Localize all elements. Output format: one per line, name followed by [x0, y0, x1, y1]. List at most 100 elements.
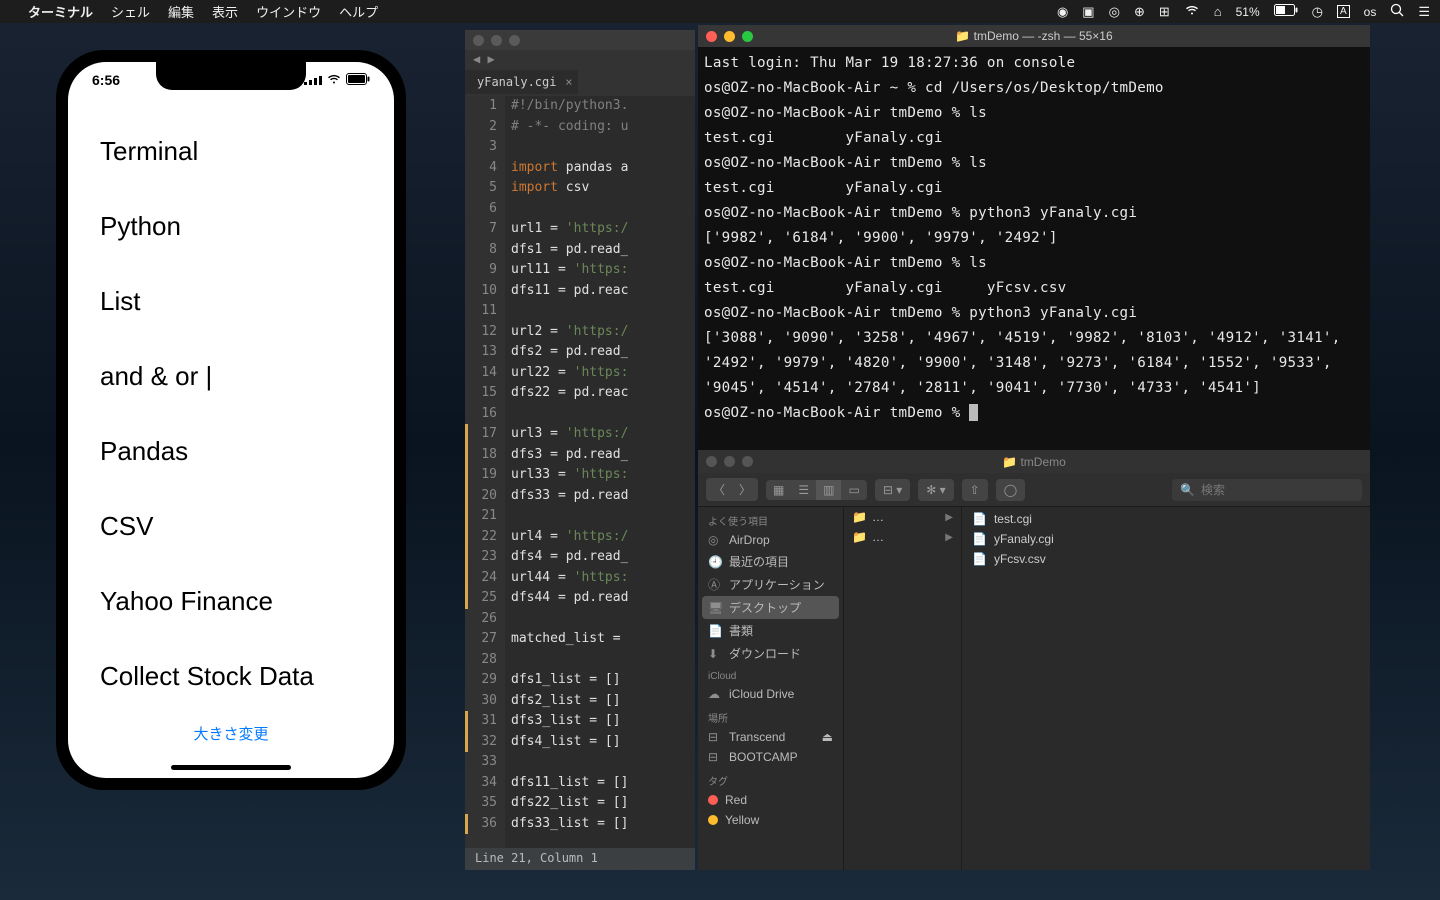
- close-icon[interactable]: [473, 35, 484, 46]
- sidebar-item-bootcamp[interactable]: ⊟BOOTCAMP: [698, 747, 843, 767]
- terminal-output: Last login: Thu Mar 19 18:27:36 on conso…: [704, 55, 1349, 421]
- editor-statusbar: Line 21, Column 1: [465, 848, 695, 870]
- finder-title: 📁 tmDemo: [698, 455, 1370, 469]
- sidebar-item-transcend[interactable]: ⊟Transcend⏏: [698, 727, 843, 747]
- documents-icon: 📄: [708, 624, 722, 638]
- view-column-button[interactable]: ▥: [816, 480, 841, 500]
- forward-button[interactable]: 〉: [732, 478, 758, 501]
- recents-icon: 🕘: [708, 555, 722, 569]
- battery-icon[interactable]: [1274, 4, 1298, 19]
- sidebar-tags-header: タグ: [698, 767, 843, 790]
- folder-icon: 📁: [852, 530, 867, 544]
- terminal-window: 📁 tmDemo — -zsh — 55×16 Last login: Thu …: [698, 25, 1370, 450]
- menu-list-icon[interactable]: ☰: [1418, 4, 1430, 20]
- menu-shell[interactable]: シェル: [111, 2, 150, 21]
- file-item[interactable]: 📄yFcsv.csv: [962, 549, 1370, 569]
- spotlight-icon[interactable]: [1390, 3, 1404, 20]
- downloads-icon: ⬇: [708, 647, 722, 661]
- minimize-icon[interactable]: [491, 35, 502, 46]
- phone-time: 6:56: [92, 72, 120, 88]
- user-label[interactable]: os: [1364, 5, 1377, 19]
- file-icon: 📄: [972, 512, 987, 526]
- sidebar-item-recents[interactable]: 🕘最近の項目: [698, 550, 843, 573]
- tag-button[interactable]: ◯: [996, 479, 1025, 501]
- editor-nav[interactable]: ◀ ▶: [465, 50, 695, 68]
- sidebar-tag-red[interactable]: Red: [698, 790, 843, 810]
- finder-sidebar: よく使う項目 ◎AirDrop 🕘最近の項目 Ⓐアプリケーション 🖥デスクトップ…: [698, 507, 844, 870]
- folder-icon: 📁: [955, 29, 970, 43]
- wifi-icon[interactable]: [1184, 4, 1200, 19]
- column-folder[interactable]: 📁…▶: [844, 507, 961, 527]
- file-item[interactable]: 📄test.cgi: [962, 509, 1370, 529]
- maximize-icon[interactable]: [509, 35, 520, 46]
- group-button[interactable]: ⊟ ▾: [875, 479, 910, 501]
- phone-row[interactable]: and & or |: [100, 339, 362, 414]
- phone-row[interactable]: CSV: [100, 489, 362, 564]
- clock-icon[interactable]: ◷: [1312, 4, 1323, 20]
- finder-window: 📁 tmDemo 〈 〉 ▦ ☰ ▥ ▭ ⊟ ▾ ✻ ▾ ⇧ ◯ 🔍 検索 よく…: [698, 450, 1370, 870]
- record-icon[interactable]: ◉: [1057, 4, 1068, 20]
- code-body[interactable]: 1234567891011121314151617181920212223242…: [465, 96, 695, 848]
- view-gallery-button[interactable]: ▭: [841, 480, 866, 500]
- minimize-icon[interactable]: [724, 456, 735, 467]
- input-a-icon[interactable]: A: [1337, 5, 1350, 18]
- phone-row[interactable]: List: [100, 264, 362, 339]
- tag-dot-yellow-icon: [708, 815, 718, 825]
- minimize-icon[interactable]: [724, 31, 735, 42]
- close-icon[interactable]: [706, 31, 717, 42]
- phone-row[interactable]: Collect Stock Data: [100, 639, 362, 714]
- terminal-body[interactable]: Last login: Thu Mar 19 18:27:36 on conso…: [698, 47, 1370, 450]
- editor-titlebar: [465, 30, 695, 50]
- menu-app[interactable]: ターミナル: [28, 2, 93, 21]
- menu-help[interactable]: ヘルプ: [339, 2, 378, 21]
- grid-icon[interactable]: ⊞: [1159, 4, 1170, 20]
- finder-titlebar[interactable]: 📁 tmDemo: [698, 450, 1370, 473]
- sidebar-item-downloads[interactable]: ⬇ダウンロード: [698, 642, 843, 665]
- phone-row[interactable]: Python: [100, 189, 362, 264]
- close-icon[interactable]: [706, 456, 717, 467]
- maximize-icon[interactable]: [742, 31, 753, 42]
- phone-row[interactable]: Pandas: [100, 414, 362, 489]
- phone-screen: 6:56 Terminal Python List and & or | Pan…: [68, 62, 394, 778]
- back-button[interactable]: 〈: [706, 478, 732, 501]
- view-list-button[interactable]: ☰: [791, 480, 816, 500]
- file-item[interactable]: 📄yFanaly.cgi: [962, 529, 1370, 549]
- view-icon-button[interactable]: ▦: [766, 480, 791, 500]
- plugin-icon[interactable]: ⊕: [1134, 4, 1145, 20]
- phone-bottom-link[interactable]: 大きさ変更: [68, 723, 394, 744]
- sidebar-favorites-header: よく使う項目: [698, 507, 843, 530]
- cloud-icon: ☁: [708, 687, 722, 701]
- menu-view[interactable]: 表示: [212, 2, 238, 21]
- display-icon[interactable]: ▣: [1082, 4, 1094, 20]
- gutter: 1234567891011121314151617181920212223242…: [465, 96, 505, 848]
- action-button[interactable]: ✻ ▾: [918, 479, 953, 501]
- home-indicator[interactable]: [171, 765, 291, 770]
- nav-buttons: 〈 〉: [706, 478, 758, 501]
- macos-menubar: ターミナル シェル 編集 表示 ウインドウ ヘルプ ◉ ▣ ◎ ⊕ ⊞ ⌂ 51…: [0, 0, 1440, 23]
- code-lines[interactable]: #!/bin/python3.# -*- coding: u import pa…: [505, 96, 628, 848]
- airplay-icon[interactable]: ⌂: [1214, 4, 1222, 19]
- circle-icon[interactable]: ◎: [1109, 4, 1120, 20]
- menu-window[interactable]: ウインドウ: [256, 2, 321, 21]
- drive-icon: ⊟: [708, 750, 722, 764]
- share-button[interactable]: ⇧: [962, 479, 988, 501]
- terminal-titlebar[interactable]: 📁 tmDemo — -zsh — 55×16: [698, 25, 1370, 47]
- sidebar-tag-yellow[interactable]: Yellow: [698, 810, 843, 830]
- tab-close-icon[interactable]: ×: [565, 75, 572, 89]
- sidebar-item-iclouddrive[interactable]: ☁iCloud Drive: [698, 684, 843, 704]
- menu-edit[interactable]: 編集: [168, 2, 194, 21]
- phone-row[interactable]: Yahoo Finance: [100, 564, 362, 639]
- column-folder[interactable]: 📁…▶: [844, 527, 961, 547]
- maximize-icon[interactable]: [742, 456, 753, 467]
- file-icon: 📄: [972, 552, 987, 566]
- sidebar-item-airdrop[interactable]: ◎AirDrop: [698, 530, 843, 550]
- sidebar-item-applications[interactable]: Ⓐアプリケーション: [698, 573, 843, 596]
- finder-search[interactable]: 🔍 検索: [1172, 479, 1362, 501]
- finder-body: よく使う項目 ◎AirDrop 🕘最近の項目 Ⓐアプリケーション 🖥デスクトップ…: [698, 507, 1370, 870]
- sidebar-item-desktop[interactable]: 🖥デスクトップ: [702, 596, 839, 619]
- phone-row[interactable]: Terminal: [100, 114, 362, 189]
- eject-icon[interactable]: ⏏: [822, 730, 833, 744]
- sidebar-item-documents[interactable]: 📄書類: [698, 619, 843, 642]
- desktop-icon: 🖥: [708, 601, 722, 615]
- editor-tab[interactable]: yFanaly.cgi ×: [465, 70, 578, 94]
